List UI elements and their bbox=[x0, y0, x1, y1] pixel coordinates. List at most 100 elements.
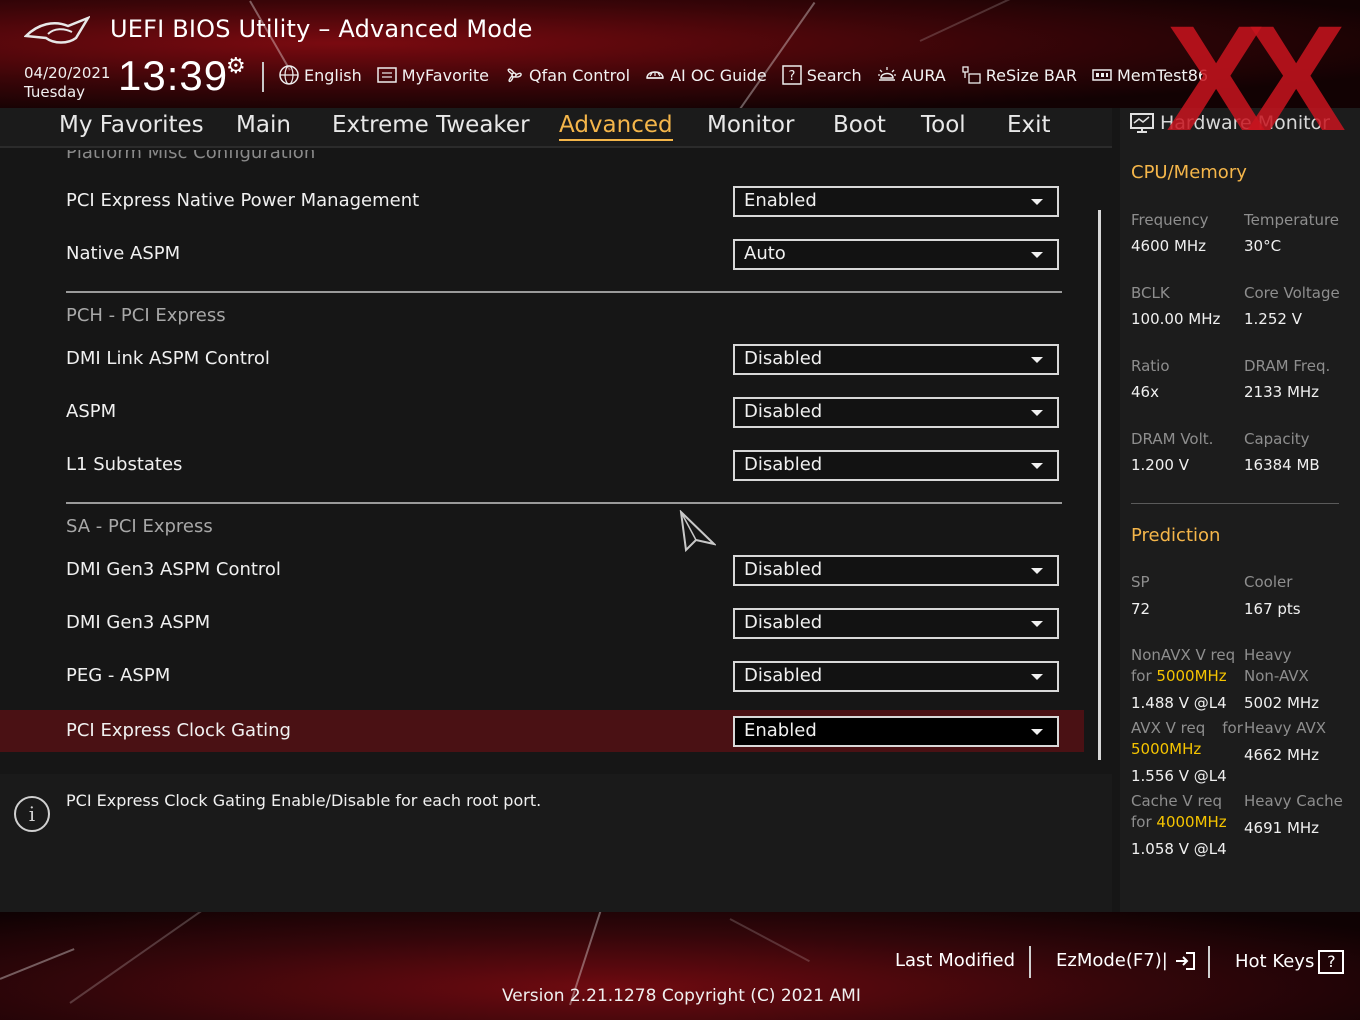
dropdown-arrow-icon bbox=[1031, 357, 1043, 363]
hw-value-dram-freq: 2133 MHz bbox=[1244, 383, 1320, 401]
tab-advanced[interactable]: Advanced bbox=[559, 112, 673, 141]
setting-row-pcie-native-power-mgmt[interactable]: PCI Express Native Power Management Enab… bbox=[0, 180, 1084, 222]
label-line: for 5000MHz bbox=[1131, 666, 1235, 687]
svg-text:?: ? bbox=[788, 69, 795, 84]
label-line: Non-AVX bbox=[1244, 667, 1309, 685]
aura-button[interactable]: AURA bbox=[876, 64, 946, 86]
nonavx-freq: 5000MHz bbox=[1156, 667, 1227, 685]
settings-panel: Platform Misc Configuration PCI Express … bbox=[0, 150, 1112, 764]
info-icon: i bbox=[14, 796, 50, 832]
favorite-list-icon bbox=[377, 67, 397, 83]
prediction-heading: Prediction bbox=[1131, 525, 1221, 546]
header-divider bbox=[262, 62, 264, 92]
hw-label-sp: SP bbox=[1131, 573, 1150, 591]
hw-label-ratio: Ratio bbox=[1131, 357, 1170, 375]
dropdown-arrow-icon bbox=[1031, 568, 1043, 574]
setting-row-native-aspm[interactable]: Native ASPM Auto bbox=[0, 233, 1084, 275]
help-text: PCI Express Clock Gating Enable/Disable … bbox=[66, 791, 542, 810]
search-button[interactable]: ? Search bbox=[781, 64, 862, 86]
hot-keys-label: Hot Keys bbox=[1235, 951, 1315, 972]
hot-keys-button[interactable]: Hot Keys? bbox=[1235, 950, 1345, 974]
setting-dropdown[interactable]: Disabled bbox=[733, 450, 1059, 481]
label-text: AVX V req bbox=[1131, 719, 1206, 737]
day-text: Tuesday bbox=[24, 83, 86, 101]
resize-bar-label: ReSize BAR bbox=[985, 65, 1077, 85]
settings-scrollbar[interactable] bbox=[1098, 210, 1101, 760]
dropdown-value: Disabled bbox=[744, 454, 823, 475]
dropdown-value: Disabled bbox=[744, 559, 823, 580]
setting-row-l1-substates[interactable]: L1 Substates Disabled bbox=[0, 444, 1084, 486]
ezmode-button[interactable]: EzMode(F7)| bbox=[1056, 950, 1196, 971]
setting-row-aspm[interactable]: ASPM Disabled bbox=[0, 391, 1084, 433]
hw-value-bclk: 100.00 MHz bbox=[1131, 310, 1221, 328]
setting-dropdown[interactable]: Enabled bbox=[733, 186, 1059, 217]
dropdown-arrow-icon bbox=[1031, 621, 1043, 627]
setting-row-pcie-clock-gating[interactable]: PCI Express Clock Gating Enabled bbox=[0, 710, 1084, 752]
dropdown-arrow-icon bbox=[1031, 674, 1043, 680]
section-heading-platform-misc: Platform Misc Configuration bbox=[66, 150, 316, 163]
setting-row-dmi-gen3-aspm-control[interactable]: DMI Gen3 ASPM Control Disabled bbox=[0, 549, 1084, 591]
search-icon: ? bbox=[781, 65, 802, 85]
date-text: 04/20/2021 bbox=[24, 64, 111, 82]
hw-value-core-voltage: 1.252 V bbox=[1244, 310, 1302, 328]
clock: 13:39 bbox=[118, 52, 229, 99]
version-text: Version 2.21.1278 Copyright (C) 2021 AMI bbox=[502, 986, 861, 1006]
hw-label-nonavx-vreq: NonAVX V req for 5000MHz bbox=[1131, 645, 1235, 687]
hw-value-heavy-nonavx: 5002 MHz bbox=[1244, 694, 1320, 712]
hw-divider bbox=[1131, 503, 1339, 504]
fan-icon bbox=[507, 68, 522, 83]
tab-tool[interactable]: Tool bbox=[921, 112, 966, 138]
language-button[interactable]: English bbox=[278, 64, 362, 86]
cpu-memory-heading: CPU/Memory bbox=[1131, 162, 1247, 183]
dropdown-arrow-icon bbox=[1031, 199, 1043, 205]
setting-dropdown[interactable]: Disabled bbox=[733, 397, 1059, 428]
watermark-logo: XX bbox=[1166, 0, 1346, 162]
setting-dropdown[interactable]: Enabled bbox=[733, 716, 1059, 747]
setting-label: PEG - ASPM bbox=[66, 665, 171, 686]
tab-main[interactable]: Main bbox=[236, 112, 291, 138]
last-modified-button[interactable]: Last Modified bbox=[895, 950, 1015, 971]
label-for: for bbox=[1131, 667, 1157, 685]
setting-label: L1 Substates bbox=[66, 454, 183, 475]
hw-value-cooler: 167 pts bbox=[1244, 600, 1301, 618]
setting-row-dmi-link-aspm[interactable]: DMI Link ASPM Control Disabled bbox=[0, 338, 1084, 380]
tab-monitor[interactable]: Monitor bbox=[707, 112, 794, 138]
setting-row-dmi-gen3-aspm[interactable]: DMI Gen3 ASPM Disabled bbox=[0, 602, 1084, 644]
resize-bar-button[interactable]: ReSize BAR bbox=[960, 64, 1077, 86]
section-divider bbox=[66, 291, 1062, 293]
setting-label: PCI Express Native Power Management bbox=[66, 190, 420, 211]
setting-dropdown[interactable]: Disabled bbox=[733, 344, 1059, 375]
tab-boot[interactable]: Boot bbox=[833, 112, 886, 138]
myfavorite-button[interactable]: MyFavorite bbox=[376, 64, 489, 86]
section-divider bbox=[66, 502, 1062, 504]
hw-label-heavy-cache: Heavy Cache bbox=[1244, 792, 1343, 810]
hw-value-avx-vreq: 1.556 V @L4 bbox=[1131, 767, 1227, 785]
label-line: for 4000MHz bbox=[1131, 812, 1227, 833]
setting-dropdown[interactable]: Disabled bbox=[733, 608, 1059, 639]
hw-label-heavy-avx: Heavy AVX bbox=[1244, 719, 1327, 737]
hw-label-cache-vreq: Cache V req for 4000MHz bbox=[1131, 791, 1227, 833]
setting-label: Native ASPM bbox=[66, 243, 181, 264]
label-for: for bbox=[1131, 813, 1157, 831]
mouse-pointer-icon bbox=[679, 510, 716, 552]
qfan-control-button[interactable]: Qfan Control bbox=[503, 64, 630, 86]
dropdown-value: Enabled bbox=[744, 190, 817, 211]
tab-exit[interactable]: Exit bbox=[1007, 112, 1051, 138]
ai-oc-guide-button[interactable]: AI OC Guide bbox=[644, 64, 767, 86]
language-label: English bbox=[304, 65, 362, 85]
setting-dropdown[interactable]: Auto bbox=[733, 239, 1059, 270]
setting-dropdown[interactable]: Disabled bbox=[733, 661, 1059, 692]
setting-dropdown[interactable]: Disabled bbox=[733, 555, 1059, 586]
footer-divider bbox=[1029, 946, 1031, 978]
hw-label-dram-freq: DRAM Freq. bbox=[1244, 357, 1331, 375]
dropdown-value: Disabled bbox=[744, 348, 823, 369]
resize-bar-icon bbox=[962, 66, 981, 84]
tab-my-favorites[interactable]: My Favorites bbox=[59, 112, 204, 138]
hw-value-heavy-avx: 4662 MHz bbox=[1244, 746, 1320, 764]
setting-row-peg-aspm[interactable]: PEG - ASPM Disabled bbox=[0, 655, 1084, 697]
aura-icon bbox=[877, 67, 896, 81]
gear-icon[interactable]: ⚙ bbox=[226, 54, 246, 79]
tab-extreme-tweaker[interactable]: Extreme Tweaker bbox=[332, 112, 530, 138]
setting-label: DMI Link ASPM Control bbox=[66, 348, 270, 369]
dropdown-value: Enabled bbox=[744, 720, 817, 741]
